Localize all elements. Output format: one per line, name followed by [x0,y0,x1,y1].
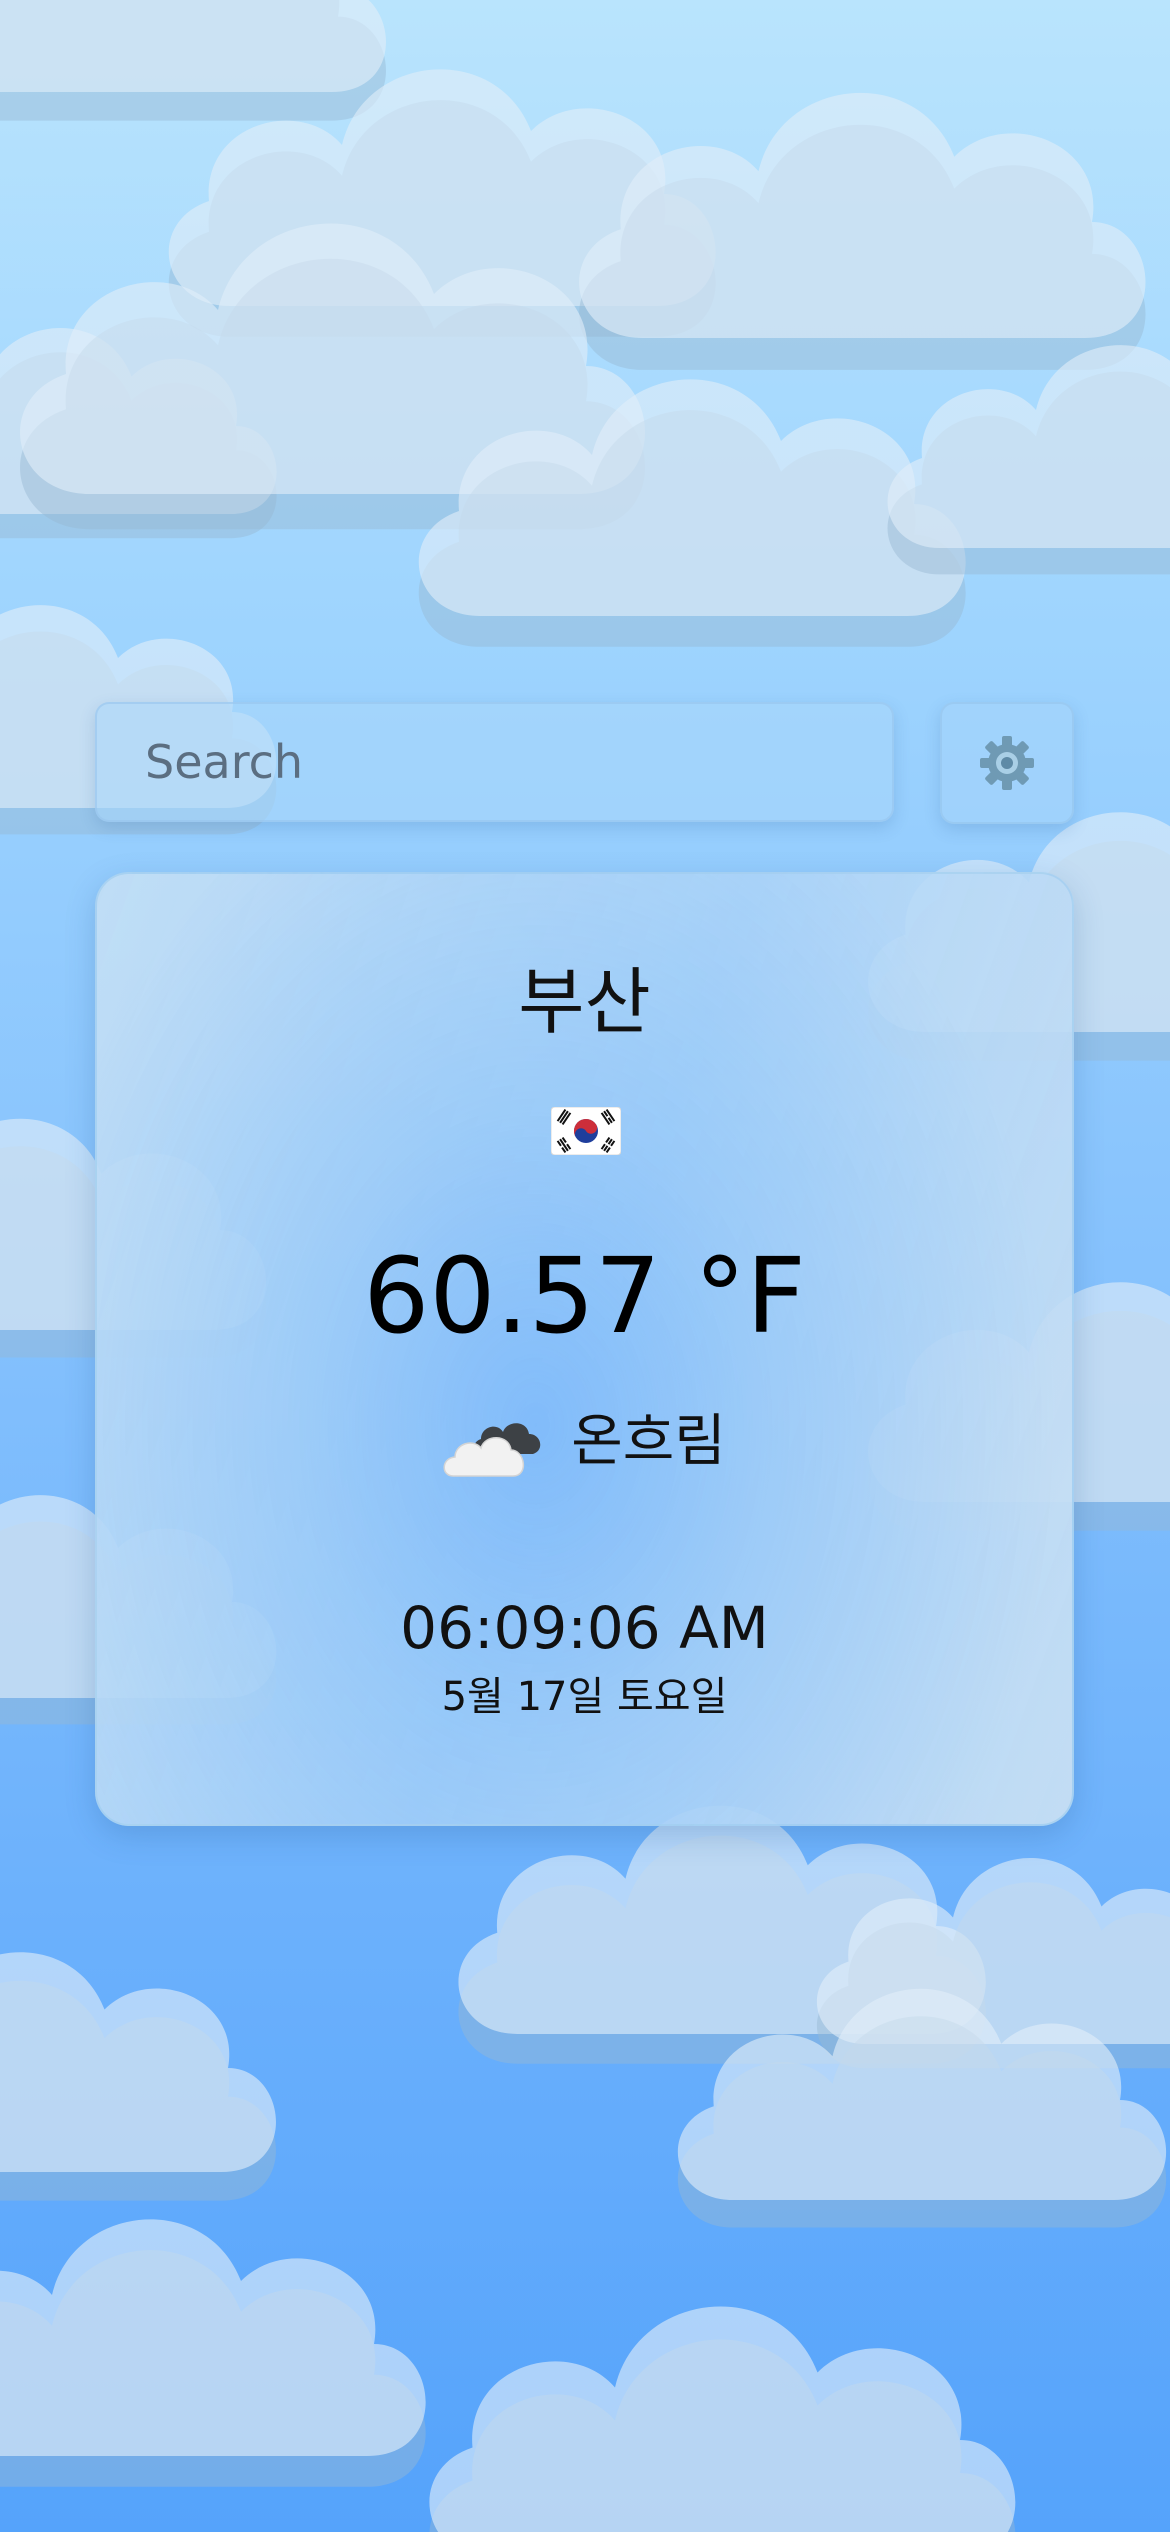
south-korea-flag-icon [551,1107,621,1155]
search-input[interactable] [95,702,894,822]
gear-icon [980,736,1034,790]
condition-text: 온흐림 [571,1409,726,1474]
condition-row: 온흐림 [97,1402,1072,1482]
weather-card: 부산 60.57 °F 온흐림 06:09:06 AM 5월 17일 토요일 [95,872,1074,1826]
weather-app-screen: 부산 60.57 °F 온흐림 06:09:06 AM 5월 17일 토요 [0,0,1170,2532]
overcast-cloud-icon [443,1423,541,1477]
local-time: 06:09:06 AM [400,1594,769,1662]
city-name: 부산 [518,960,651,1044]
settings-button[interactable] [940,702,1074,824]
temperature: 60.57 °F [363,1235,806,1357]
local-date: 5월 17일 토요일 [441,1674,728,1720]
